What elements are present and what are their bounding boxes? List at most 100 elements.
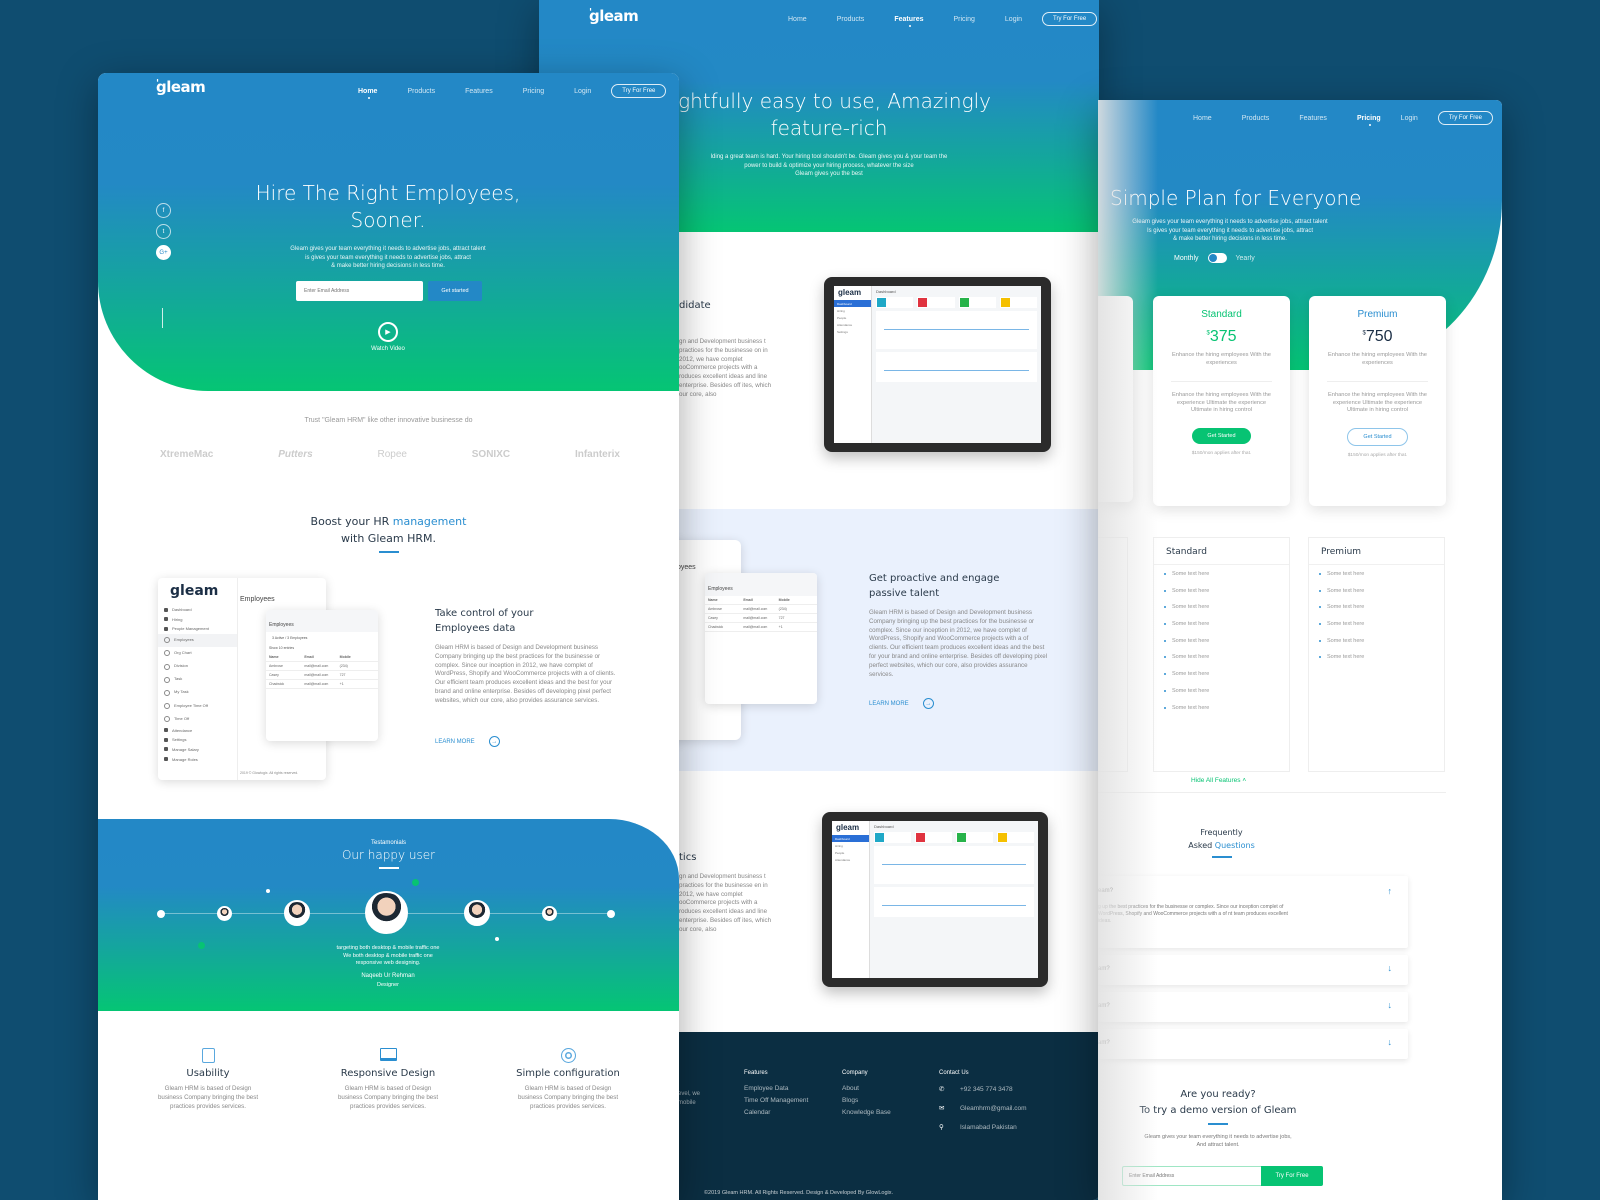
- footer-link[interactable]: Knowledge Base: [842, 1109, 891, 1116]
- footer-link[interactable]: About: [842, 1085, 891, 1092]
- mock-title: Employees: [705, 573, 817, 596]
- get-started-button[interactable]: Get started: [428, 281, 482, 301]
- testimonials-title: Our happy user: [341, 848, 436, 862]
- try-free-button[interactable]: Try For Free: [1042, 12, 1098, 26]
- google-plus-icon[interactable]: G+: [156, 245, 171, 260]
- avatar[interactable]: [217, 906, 232, 921]
- arrow-down-icon[interactable]: ↓: [1388, 963, 1393, 973]
- hero-title-line-1: Hire The Right Employees,: [255, 181, 521, 205]
- nav-pricing[interactable]: Pricing: [523, 88, 544, 95]
- footer-link[interactable]: Calendar: [744, 1109, 808, 1116]
- feature-item: Some text here: [1309, 568, 1444, 585]
- mock-menu-item: Employees: [158, 633, 237, 647]
- nav-home[interactable]: Home: [358, 88, 377, 99]
- client-logo-putters: Putters: [278, 449, 313, 460]
- nav-products[interactable]: Products: [407, 88, 435, 95]
- try-free-button[interactable]: Try For Free: [1437, 111, 1493, 125]
- pricing-card-premium: Premium $750 Enhance the hiring employee…: [1309, 296, 1446, 506]
- home-logo[interactable]: ' gleam: [156, 78, 206, 96]
- mock-logo: gleam: [170, 583, 219, 599]
- avatar[interactable]: [284, 900, 310, 926]
- nav-products[interactable]: Products: [837, 16, 865, 23]
- underline: [378, 551, 399, 553]
- section2-learn-more[interactable]: LEARN MORE →: [869, 698, 934, 709]
- mock-show: Show 10 entries: [269, 646, 295, 650]
- hide-features-link[interactable]: Hide All Features ˄: [1191, 777, 1246, 784]
- feature-item: Some text here: [1154, 668, 1289, 685]
- mock-menu-item: Division: [158, 660, 237, 673]
- title-line: Take control of your: [435, 608, 534, 619]
- nav-products[interactable]: Products: [1242, 115, 1270, 122]
- feature-item: Some text here: [1154, 702, 1289, 719]
- features-logo[interactable]: ' gleam: [589, 7, 639, 25]
- footer-contact-col: Contact Us ✆ +92 345 774 3478 ✉ Gleamhrm@g…: [939, 1070, 1027, 1136]
- sub-line: lding a great team is hard. Your hiring …: [710, 154, 948, 160]
- avatar[interactable]: [464, 900, 490, 926]
- tablet-menu-item: People: [837, 315, 847, 320]
- quote-line: We both desktop & mobile traffic one: [343, 952, 433, 959]
- get-started-button[interactable]: Get Started: [1347, 427, 1408, 446]
- feature-configuration: Simple configuration Gleam HRM is based …: [498, 1048, 638, 1111]
- mock-menu-item: Time Off: [158, 712, 237, 725]
- facebook-icon[interactable]: f: [156, 203, 171, 218]
- nav-features[interactable]: Features: [1299, 115, 1327, 122]
- toggle-yearly-label[interactable]: Yearly: [1236, 255, 1255, 262]
- tablet-menu-item: Hiring: [835, 843, 843, 848]
- footer-heading: Features: [744, 1070, 768, 1076]
- nav-login[interactable]: Login: [1005, 16, 1022, 23]
- hero-title-line-2: feature-rich: [770, 116, 888, 140]
- tablet-dashboard-title: Dashboard: [876, 289, 896, 294]
- nav-features[interactable]: Features: [894, 16, 924, 27]
- nav-login[interactable]: Login: [1401, 115, 1418, 122]
- underline: [1208, 1123, 1228, 1125]
- billing-switch[interactable]: [1207, 253, 1227, 263]
- nav-login[interactable]: Login: [574, 88, 591, 95]
- mock-menu-item: Attendance: [158, 725, 237, 735]
- avatar-active[interactable]: [365, 891, 408, 934]
- scroll-down-arrow-icon[interactable]: [162, 308, 163, 328]
- hide-features-label: Hide All Features: [1191, 777, 1241, 784]
- nav-home[interactable]: Home: [788, 16, 807, 23]
- mock-menu-item: Org Chart: [158, 647, 237, 660]
- pricing-nav: Home Products Features Pricing Login Try…: [1193, 111, 1493, 126]
- feature-items: Some text here Some text here Some text …: [1309, 565, 1444, 668]
- twitter-icon[interactable]: t: [156, 224, 171, 239]
- testimonial-quote: targeting both desktop & mobile traffic …: [288, 945, 488, 990]
- learn-more-link[interactable]: LEARN MORE →: [435, 736, 500, 747]
- hero-email-input[interactable]: [296, 281, 423, 301]
- nav-features[interactable]: Features: [465, 88, 493, 95]
- feature-row: Usability Gleam HRM is based of Design b…: [138, 1048, 638, 1111]
- pricing-page: Home Products Features Pricing Login Try…: [1098, 100, 1502, 1200]
- carousel-prev-button[interactable]: [157, 910, 165, 918]
- arrow-down-icon[interactable]: ↓: [1388, 1037, 1393, 1047]
- employees-mock-front: Employees Name Email Mobile Ambrose mail@ma…: [705, 573, 817, 704]
- get-started-button[interactable]: Get Started: [1192, 427, 1251, 444]
- pricing-card-standard: Standard $375 Enhance the hiring employe…: [1153, 296, 1290, 506]
- footer-left-fragment: evel, we mobile: [678, 1090, 700, 1108]
- toggle-monthly-label[interactable]: Monthly: [1174, 255, 1199, 262]
- avatar[interactable]: [542, 906, 557, 921]
- carousel-next-button[interactable]: [607, 910, 615, 918]
- watch-video[interactable]: ▶ Watch Video: [358, 322, 418, 352]
- faq-title-highlight: Questions: [1214, 841, 1255, 850]
- social-links: f t G+: [156, 203, 171, 260]
- footer-heading: Company: [842, 1070, 868, 1076]
- play-circle-icon[interactable]: ▶: [378, 322, 398, 342]
- cta-try-free-button[interactable]: Try For Free: [1261, 1166, 1323, 1186]
- section1-title: didate: [679, 300, 711, 311]
- testimonial-author: Naqeeb Ur Rehman: [361, 972, 415, 979]
- nav-home[interactable]: Home: [1193, 115, 1212, 122]
- tablet-menu-item: Dashboard: [832, 835, 869, 842]
- footer-link[interactable]: Employee Data: [744, 1085, 808, 1092]
- feature-item: Some text here: [1154, 635, 1289, 652]
- learn-more-label: LEARN MORE: [869, 700, 909, 707]
- tablet-logo: gleam: [838, 288, 862, 297]
- nav-pricing[interactable]: Pricing: [954, 16, 975, 23]
- footer-link[interactable]: Blogs: [842, 1097, 891, 1104]
- arrow-down-icon[interactable]: ↓: [1388, 1000, 1393, 1010]
- feature-title: Responsive Design: [340, 1068, 436, 1079]
- try-free-button[interactable]: Try For Free: [611, 84, 667, 98]
- nav-pricing[interactable]: Pricing: [1357, 115, 1381, 126]
- footer-link[interactable]: Time Off Management: [744, 1097, 808, 1104]
- arrow-up-icon[interactable]: ↑: [1388, 886, 1393, 896]
